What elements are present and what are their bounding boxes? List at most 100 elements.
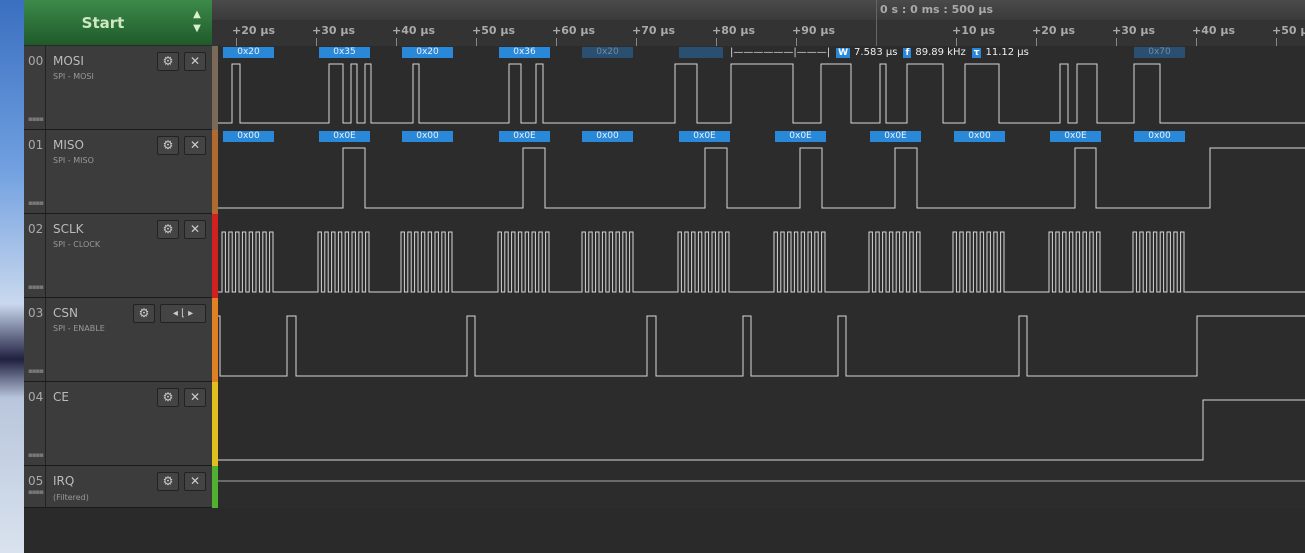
drag-handle-icon[interactable]: ▪▪▪▪ — [28, 488, 44, 496]
close-icon: ✕ — [189, 138, 201, 152]
close-icon: ✕ — [189, 474, 201, 488]
miso-decoded-byte[interactable]: 0x0E — [870, 131, 921, 142]
ruler-tick-label: +40 µs — [1192, 24, 1235, 37]
miso-decoded-byte[interactable]: 0x00 — [954, 131, 1005, 142]
frequency-value: 89.89 kHz — [915, 47, 966, 58]
ruler-tick-label: +20 µs — [232, 24, 275, 37]
ruler-tick-label: +30 µs — [312, 24, 355, 37]
ruler-tick-label: +80 µs — [712, 24, 755, 37]
ruler-tick-label: +40 µs — [392, 24, 435, 37]
ruler-tick — [1276, 38, 1277, 46]
ruler-tick — [716, 38, 717, 46]
channel-miso[interactable]: 01 ▪▪▪▪ MISO SPI - MISO ⚙ ✕ — [24, 130, 212, 214]
ruler-tick — [1036, 38, 1037, 46]
settings-button[interactable]: ⚙ — [157, 388, 179, 407]
miso-decoded-byte[interactable]: 0x0E — [679, 131, 730, 142]
remove-channel-button[interactable]: ✕ — [184, 136, 206, 155]
waveform-area[interactable] — [218, 46, 1305, 508]
gear-icon: ⚙ — [162, 390, 174, 404]
channel-analyzer: SPI - MOSI — [53, 72, 94, 81]
miso-decoded-byte[interactable]: 0x0E — [1050, 131, 1101, 142]
drag-handle-icon[interactable]: ▪▪▪▪ — [28, 283, 44, 291]
miso-decoded-byte[interactable]: 0x00 — [1134, 131, 1185, 142]
time-ruler[interactable]: +20 µs +30 µs +40 µs +50 µs +60 µs +70 µs +80 … — [212, 0, 1305, 47]
channel-csn[interactable]: 03 ▪▪▪▪ CSN SPI - ENABLE ⚙ ◂ ⌊ ▸ — [24, 298, 212, 382]
mosi-decoded-byte[interactable] — [679, 47, 723, 58]
start-button[interactable]: Start — [24, 0, 183, 45]
gear-icon: ⚙ — [162, 54, 174, 68]
channel-name[interactable]: MISO — [53, 138, 84, 152]
ruler-tick-label: +30 µs — [1112, 24, 1155, 37]
drag-handle-icon[interactable]: ▪▪▪▪ — [28, 115, 44, 123]
mosi-decoded-byte[interactable]: 0x35 — [319, 47, 370, 58]
ruler-tick — [1196, 38, 1197, 46]
ce-waveform — [218, 399, 1305, 461]
ruler-tick-label: +10 µs — [952, 24, 995, 37]
mosi-decoded-byte[interactable]: 0x36 — [499, 47, 550, 58]
remove-channel-button[interactable]: ✕ — [184, 220, 206, 239]
ruler-tick — [476, 38, 477, 46]
width-icon: W — [836, 48, 851, 58]
mosi-waveform — [218, 63, 1305, 124]
ruler-tick-label: +20 µs — [1032, 24, 1075, 37]
miso-decoded-byte[interactable]: 0x0E — [499, 131, 550, 142]
gear-icon: ⚙ — [162, 222, 174, 236]
ruler-tick-label: +90 µs — [792, 24, 835, 37]
channel-name[interactable]: CE — [53, 390, 69, 404]
measurement-readout: |——————|———| W 7.583 µs f 89.89 kHz τ 11.12 µs — [730, 47, 1029, 58]
remove-channel-button[interactable]: ✕ — [184, 52, 206, 71]
ruler-tick-label: +50 µs — [1272, 24, 1305, 37]
miso-decoded-byte[interactable]: 0x00 — [582, 131, 633, 142]
miso-decoded-byte[interactable]: 0x00 — [402, 131, 453, 142]
settings-button[interactable]: ⚙ — [157, 220, 179, 239]
drag-handle-icon[interactable]: ▪▪▪▪ — [28, 199, 44, 207]
settings-button[interactable]: ⚙ — [157, 136, 179, 155]
up-arrow-icon: ▲ — [193, 9, 201, 20]
settings-button[interactable]: ⚙ — [157, 52, 179, 71]
ruler-tick-label: +50 µs — [472, 24, 515, 37]
drag-handle-icon[interactable]: ▪▪▪▪ — [28, 367, 44, 375]
ruler-tick — [1116, 38, 1117, 46]
close-icon: ✕ — [189, 54, 201, 68]
mosi-decoded-byte[interactable]: 0x70 — [1134, 47, 1185, 58]
channel-name[interactable]: MOSI — [53, 54, 84, 68]
frequency-icon: f — [903, 48, 912, 58]
mosi-decoded-byte[interactable]: 0x20 — [402, 47, 453, 58]
origin-marker — [876, 0, 877, 46]
waveforms — [218, 63, 1305, 482]
channel-mosi[interactable]: 00 ▪▪▪▪ MOSI SPI - MOSI ⚙ ✕ — [24, 46, 212, 130]
channel-name[interactable]: CSN — [53, 306, 78, 320]
ruler-tick — [796, 38, 797, 46]
time-bar: 0 s : 0 ms : 500 µs — [212, 0, 1305, 21]
gear-icon: ⚙ — [138, 306, 150, 320]
down-arrow-icon: ▼ — [193, 23, 201, 34]
channel-number: 05 — [24, 466, 46, 507]
width-marker-icon: |——————|———| — [730, 47, 831, 58]
trigger-button[interactable]: ◂ ⌊ ▸ — [160, 304, 206, 323]
channel-irq[interactable]: 05 ▪▪▪▪ IRQ (Filtered) ⚙ ✕ — [24, 466, 212, 508]
settings-button[interactable]: ⚙ — [157, 472, 179, 491]
gear-icon: ⚙ — [162, 138, 174, 152]
miso-decoded-byte[interactable]: 0x0E — [319, 131, 370, 142]
settings-button[interactable]: ⚙ — [133, 304, 155, 323]
sclk-waveform — [218, 231, 1305, 293]
miso-decoded-byte[interactable]: 0x0E — [775, 131, 826, 142]
mosi-decoded-byte[interactable]: 0x20 — [582, 47, 633, 58]
ruler-tick-label: +70 µs — [632, 24, 675, 37]
start-options-button[interactable]: ▲ ▼ — [182, 0, 212, 45]
channel-analyzer: SPI - ENABLE — [53, 324, 105, 333]
channel-analyzer: SPI - MISO — [53, 156, 94, 165]
channel-sclk[interactable]: 02 ▪▪▪▪ SCLK SPI - CLOCK ⚙ ✕ — [24, 214, 212, 298]
falling-edge-trigger-icon: ◂ ⌊ ▸ — [172, 308, 194, 319]
ruler-tick-label: +60 µs — [552, 24, 595, 37]
channel-name[interactable]: IRQ — [53, 474, 74, 488]
drag-handle-icon[interactable]: ▪▪▪▪ — [28, 451, 44, 459]
miso-decoded-byte[interactable]: 0x00 — [223, 131, 274, 142]
mosi-decoded-byte[interactable]: 0x20 — [223, 47, 274, 58]
channel-name[interactable]: SCLK — [53, 222, 84, 236]
channel-analyzer: SPI - CLOCK — [53, 240, 101, 249]
channel-ce[interactable]: 04 ▪▪▪▪ CE ⚙ ✕ — [24, 382, 212, 466]
remove-channel-button[interactable]: ✕ — [184, 472, 206, 491]
remove-channel-button[interactable]: ✕ — [184, 388, 206, 407]
ruler-tick — [636, 38, 637, 46]
